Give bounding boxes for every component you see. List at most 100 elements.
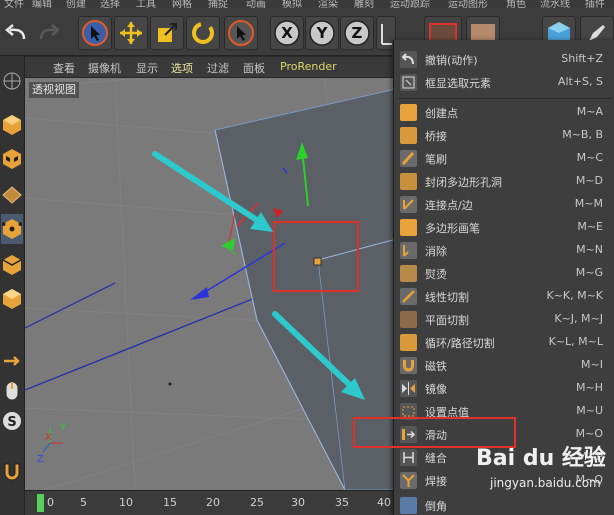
redo-icon (39, 24, 60, 40)
viewport-menu-options[interactable]: 选项 (171, 60, 193, 76)
undo-button[interactable] (0, 16, 34, 50)
enable-axis-button[interactable] (1, 346, 23, 376)
timeline-tick: 25 (250, 496, 264, 509)
cursor-icon (82, 20, 108, 46)
menu-plugins[interactable]: 插件 (585, 0, 605, 8)
menu-tools[interactable]: 工具 (136, 0, 156, 8)
magnet-tool-button[interactable] (1, 456, 23, 486)
texture-mode-button[interactable] (1, 144, 23, 174)
move-button[interactable] (114, 16, 148, 50)
viewport-menubar: 查看 摄像机 显示 选项 过滤 面板 ProRender (25, 57, 400, 78)
model-mode-button[interactable] (1, 110, 23, 140)
viewport-menu-panel[interactable]: 面板 (243, 60, 265, 76)
polygons-mode-button[interactable] (1, 284, 23, 314)
plane-cut-icon (400, 311, 417, 328)
edges-mode-button[interactable] (1, 250, 23, 280)
close-hole-icon (400, 173, 417, 190)
menu-item-line-cut[interactable]: 线性切割 K~K, M~K (394, 285, 614, 308)
menu-animate[interactable]: 动画 (246, 0, 266, 8)
timeline-tick: 35 (335, 496, 349, 509)
sphere-mode-button[interactable] (1, 66, 23, 96)
viewport-label: 透视视图 (29, 82, 79, 98)
menu-create[interactable]: 创建 (66, 0, 86, 8)
dissolve-icon (400, 242, 417, 259)
menu-tracking[interactable]: 运动跟踪 (390, 0, 430, 8)
y-axis-lock-button[interactable]: Y (305, 16, 339, 50)
recent-tool-button[interactable] (224, 16, 258, 50)
menu-sculpt[interactable]: 雕刻 (354, 0, 374, 8)
model-cube-icon (3, 115, 21, 135)
tweak-mode-button[interactable] (1, 376, 23, 406)
create-point-icon (400, 104, 417, 121)
svg-text:S: S (7, 415, 16, 430)
live-selection-button[interactable] (78, 16, 112, 50)
timeline-tick: 30 (291, 496, 305, 509)
timeline-playhead[interactable] (37, 494, 44, 512)
world-axis-x-label: X (45, 432, 52, 443)
timeline-tick: 40 (377, 496, 391, 509)
menu-mograph[interactable]: 运动图形 (448, 0, 488, 8)
snap-button[interactable]: S (1, 406, 23, 436)
scale-button[interactable] (150, 16, 184, 50)
points-mode-button[interactable] (1, 214, 23, 244)
viewport-menu-display[interactable]: 显示 (136, 60, 158, 76)
coordinate-system-icon (381, 24, 392, 45)
svg-text:X: X (281, 24, 293, 42)
rotate-button[interactable] (186, 16, 220, 50)
svg-text:Z: Z (352, 24, 363, 42)
menu-mesh[interactable]: 网格 (172, 0, 192, 8)
menu-item-close-polygon-hole[interactable]: 封闭多边形孔洞 M~D (394, 170, 614, 193)
timeline-tick: 20 (206, 496, 220, 509)
timeline-ruler[interactable]: 0 5 10 15 20 25 30 35 40 (25, 490, 400, 515)
magnet-tool-icon (4, 463, 20, 481)
snap-s-icon: S (3, 412, 21, 430)
viewport-menu-view[interactable]: 查看 (53, 60, 75, 76)
menu-edit[interactable]: 编辑 (32, 0, 52, 8)
menu-simulate[interactable]: 模拟 (282, 0, 302, 8)
workplane-mode-button[interactable] (1, 180, 23, 210)
menu-separator (398, 98, 611, 99)
viewport-menu-prorender[interactable]: ProRender (280, 60, 337, 73)
polygon-pen-icon (400, 219, 417, 236)
watermark-logo: Bai du 经验 (476, 446, 606, 471)
undo-icon (5, 24, 26, 40)
timeline-tick: 5 (80, 496, 87, 509)
menu-item-undo[interactable]: 撤销(动作) Shift+Z (394, 48, 614, 71)
menu-file[interactable]: 文件 (4, 0, 24, 8)
watermark-url: jingyan.baidu.com (490, 476, 601, 490)
z-axis-icon: Z (344, 20, 370, 46)
viewport-menu-camera[interactable]: 摄像机 (88, 60, 121, 76)
menu-select[interactable]: 选择 (100, 0, 120, 8)
menu-pipeline[interactable]: 流水线 (540, 0, 570, 8)
menu-item-polygon-pen[interactable]: 多边形画笔 M~E (394, 216, 614, 239)
menu-item-dissolve[interactable]: 消除 M~N (394, 239, 614, 262)
menu-item-brush[interactable]: 笔刷 M~C (394, 147, 614, 170)
sphere-grid-icon (3, 72, 21, 90)
x-axis-icon: X (274, 20, 300, 46)
redo-button[interactable] (31, 16, 65, 50)
menu-render[interactable]: 渲染 (318, 0, 338, 8)
points-cube-icon (2, 219, 22, 239)
menu-item-mirror[interactable]: 镜像 M~H (394, 377, 614, 400)
workplane-icon (2, 186, 22, 204)
menu-item-loop-cut[interactable]: 循环/路径切割 K~L, M~L (394, 331, 614, 354)
menu-item-plane-cut[interactable]: 平面切割 K~J, M~J (394, 308, 614, 331)
menu-character[interactable]: 角色 (506, 0, 526, 8)
menu-snap[interactable]: 捕捉 (208, 0, 228, 8)
viewport-menu-filter[interactable]: 过滤 (207, 60, 229, 76)
menu-item-connect[interactable]: 连接点/边 M~M (394, 193, 614, 216)
menu-item-iron[interactable]: 熨烫 M~G (394, 262, 614, 285)
world-axis-z-label: Z (37, 454, 44, 465)
checker-icon (3, 149, 21, 169)
main-menubar: 文件 编辑 创建 选择 工具 网格 捕捉 动画 模拟 渲染 雕刻 运动跟踪 运动… (0, 0, 614, 8)
menu-item-magnet[interactable]: 磁铁 M~I (394, 354, 614, 377)
x-axis-lock-button[interactable]: X (270, 16, 304, 50)
move-icon (120, 22, 142, 44)
undo-icon (400, 51, 417, 68)
menu-item-bridge[interactable]: 桥接 M~B, B (394, 124, 614, 147)
menu-item-frame-selection[interactable]: 框显选取元素 Alt+S, S (394, 71, 614, 94)
z-axis-lock-button[interactable]: Z (340, 16, 374, 50)
menu-item-create-point[interactable]: 创建点 M~A (394, 101, 614, 124)
timeline-tick: 0 (47, 496, 54, 509)
rotate-icon (192, 22, 214, 44)
